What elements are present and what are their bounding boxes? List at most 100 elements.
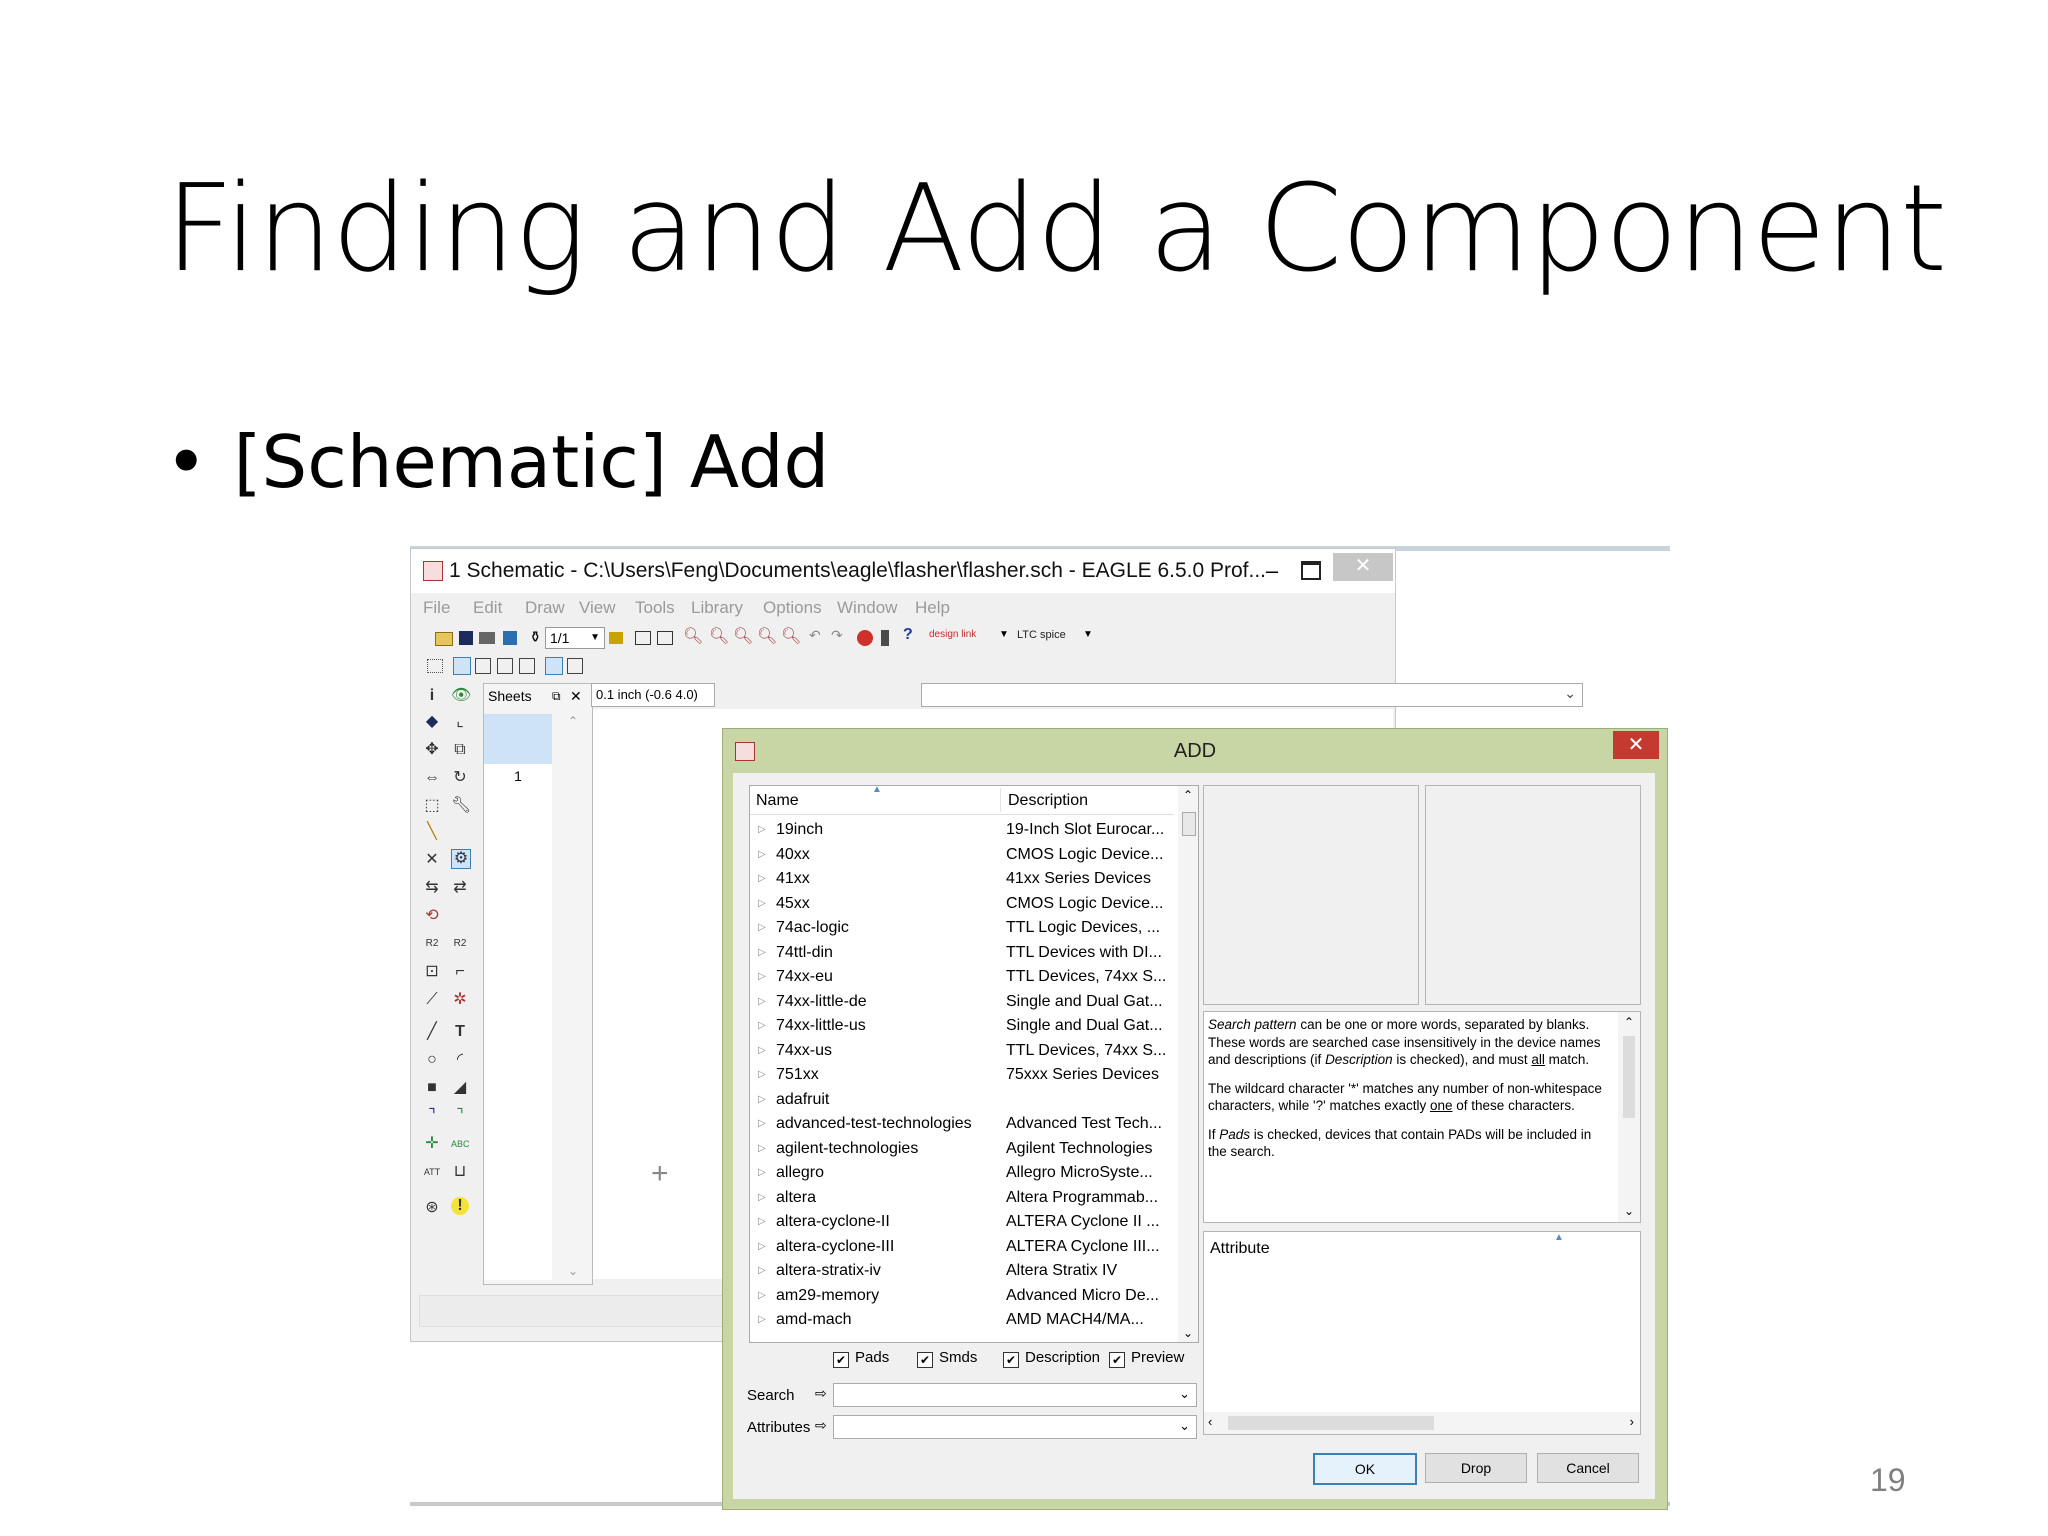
delete-icon[interactable]: ✕ [423, 851, 441, 869]
polygon-icon[interactable]: ◢ [451, 1079, 469, 1097]
expand-arrow-icon[interactable]: ▷ [758, 1235, 766, 1260]
list-item[interactable]: ▷ am29-memory Advanced Micro De... [750, 1284, 1174, 1309]
cancel-button[interactable]: Cancel [1537, 1453, 1639, 1483]
wire-icon[interactable]: ╱ [423, 1023, 441, 1041]
list-scrollbar[interactable]: ⌃ ⌄ [1178, 786, 1198, 1342]
zoom-in-icon[interactable]: 🔍︎ [709, 626, 729, 645]
maximize-button[interactable] [1301, 561, 1321, 580]
attribute-icon[interactable]: ATT [423, 1163, 441, 1181]
scroll-left-icon[interactable]: ‹ [1208, 1414, 1212, 1429]
open-icon[interactable] [435, 632, 453, 646]
list-item[interactable]: ▷ altera Altera Programmab... [750, 1186, 1174, 1211]
layout-1-icon[interactable] [453, 657, 471, 675]
replace-icon[interactable]: ⟲ [423, 907, 441, 925]
zoom-out-icon[interactable]: 🔍︎ [733, 626, 753, 645]
expand-arrow-icon[interactable]: ▷ [758, 1137, 766, 1162]
menu-file[interactable]: File [423, 598, 450, 618]
menu-draw[interactable]: Draw [525, 598, 565, 618]
junction-icon[interactable]: ✛ [423, 1135, 441, 1153]
list-item[interactable]: ▷ 74ac-logic TTL Logic Devices, ... [750, 916, 1174, 941]
list-item[interactable]: ▷ agilent-technologies Agilent Technologie… [750, 1137, 1174, 1162]
change-icon[interactable]: 🔧︎ [451, 797, 471, 815]
expand-arrow-icon[interactable]: ▷ [758, 1284, 766, 1309]
zoom-redraw-icon[interactable]: 🔍︎ [757, 626, 777, 645]
attribute-hscrollbar[interactable]: ‹ › [1204, 1412, 1640, 1434]
layout-2-icon[interactable] [475, 658, 491, 674]
layout-4-icon[interactable] [519, 658, 535, 674]
erc-icon[interactable]: ⊛ [423, 1199, 441, 1217]
list-item[interactable]: ▷ adafruit [750, 1088, 1174, 1113]
scroll-right-icon[interactable]: › [1630, 1414, 1634, 1429]
list-item[interactable]: ▷ 74xx-little-de Single and Dual Gat... [750, 990, 1174, 1015]
attributes-history-icon[interactable]: ⇨ [815, 1417, 827, 1434]
menu-help[interactable]: Help [915, 598, 950, 618]
scroll-up-icon[interactable]: ⌃ [1624, 1014, 1634, 1032]
expand-arrow-icon[interactable]: ▷ [758, 1186, 766, 1211]
script-icon[interactable] [635, 631, 651, 645]
ok-button[interactable]: OK [1313, 1453, 1417, 1485]
scroll-down-icon[interactable]: ⌄ [1624, 1203, 1634, 1221]
print-icon[interactable] [479, 632, 495, 644]
list-item[interactable]: ▷ 45xx CMOS Logic Device... [750, 892, 1174, 917]
copy-icon[interactable]: ⧉ [451, 741, 469, 759]
list-item[interactable]: ▷ 74xx-us TTL Devices, 74xx S... [750, 1039, 1174, 1064]
chevron-down-icon[interactable]: ⌄ [1179, 1418, 1190, 1434]
design-link-logo[interactable]: design link [929, 629, 989, 647]
dropdown-arrow-icon[interactable]: ▼ [999, 629, 1017, 647]
dimension-icon[interactable]: ⊔ [451, 1163, 469, 1181]
list-item[interactable]: ▷ 74xx-little-us Single and Dual Gat... [750, 1014, 1174, 1039]
paste-icon[interactable]: ╲ [423, 823, 441, 841]
list-item[interactable]: ▷ advanced-test-technologies Advanced Test… [750, 1112, 1174, 1137]
label-icon[interactable]: ABC [451, 1135, 470, 1153]
circle-icon[interactable]: ○ [423, 1051, 441, 1069]
list-item[interactable]: ▷ altera-cyclone-III ALTERA Cyclone III... [750, 1235, 1174, 1260]
window-titlebar[interactable]: 1 Schematic - C:\Users\Feng\Documents\ea… [411, 549, 1395, 593]
expand-arrow-icon[interactable]: ▷ [758, 1088, 766, 1113]
miter-icon[interactable]: ⌐ [451, 963, 469, 981]
save-icon[interactable] [459, 631, 473, 645]
display-icon[interactable]: ◆ [423, 713, 441, 731]
scroll-thumb[interactable] [1182, 812, 1196, 836]
list-item[interactable]: ▷ altera-stratix-iv Altera Stratix IV [750, 1259, 1174, 1284]
expand-arrow-icon[interactable]: ▷ [758, 867, 766, 892]
minimize-button[interactable]: – [1257, 549, 1287, 593]
gateswap-icon[interactable]: ⇄ [451, 879, 469, 897]
dialog-close-button[interactable]: ✕ [1613, 731, 1659, 759]
expand-arrow-icon[interactable]: ▷ [758, 916, 766, 941]
invoke-icon[interactable]: ✲ [451, 991, 469, 1009]
expand-arrow-icon[interactable]: ▷ [758, 1014, 766, 1039]
scroll-down-icon[interactable]: ⌄ [1178, 1326, 1198, 1340]
go-icon[interactable] [881, 630, 889, 646]
menu-window[interactable]: Window [837, 598, 897, 618]
zoom-fit-icon[interactable]: 🔍︎ [683, 626, 703, 645]
add-icon[interactable]: ⚙ [451, 849, 471, 869]
list-item[interactable]: ▷ 74xx-eu TTL Devices, 74xx S... [750, 965, 1174, 990]
grid-icon[interactable] [427, 659, 443, 673]
expand-arrow-icon[interactable]: ▷ [758, 1259, 766, 1284]
expand-arrow-icon[interactable]: ▷ [758, 1039, 766, 1064]
attribute-column[interactable]: Attribute [1210, 1240, 1270, 1258]
bus-icon[interactable]: ⌝ [423, 1107, 441, 1125]
move-icon[interactable]: ✥ [423, 741, 441, 759]
expand-arrow-icon[interactable]: ▷ [758, 843, 766, 868]
text-icon[interactable]: T [451, 1023, 469, 1041]
smds-checkbox[interactable]: ✔ Smds [917, 1349, 977, 1368]
search-history-icon[interactable]: ⇨ [815, 1385, 827, 1402]
menu-options[interactable]: Options [763, 598, 822, 618]
list-item[interactable]: ▷ altera-cyclone-II ALTERA Cyclone II ... [750, 1210, 1174, 1235]
info-icon[interactable]: i [423, 687, 441, 705]
redo-icon[interactable]: ↷ [831, 627, 849, 645]
list-item[interactable]: ▷ 74ttl-din TTL Devices with DI... [750, 941, 1174, 966]
name-icon[interactable]: R2 [423, 935, 441, 953]
panel-toggle-2-icon[interactable] [567, 658, 583, 674]
cam-processor-icon[interactable] [503, 631, 517, 645]
group-icon[interactable]: ⬚ [423, 797, 441, 815]
rect-icon[interactable]: ■ [423, 1079, 441, 1097]
menu-edit[interactable]: Edit [473, 598, 502, 618]
column-description[interactable]: Description [1008, 792, 1088, 810]
value-icon[interactable]: R2 [451, 935, 469, 953]
sheet-thumbnail[interactable] [484, 714, 552, 764]
undo-icon[interactable]: ↶ [809, 627, 827, 645]
expand-arrow-icon[interactable]: ▷ [758, 990, 766, 1015]
scroll-thumb[interactable] [1623, 1036, 1635, 1118]
